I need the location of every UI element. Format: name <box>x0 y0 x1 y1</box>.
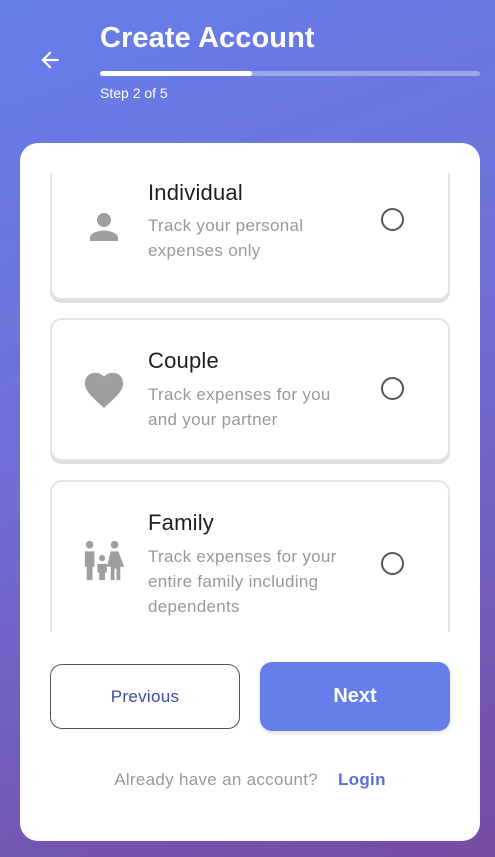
option-description: Track expenses for your entire family in… <box>148 547 337 616</box>
option-title: Couple <box>148 348 219 373</box>
arrow-left-icon <box>37 47 63 78</box>
option-title: Individual <box>148 180 243 205</box>
option-couple[interactable]: Couple Track expenses for you and your p… <box>50 318 450 461</box>
family-icon <box>80 537 128 585</box>
next-button[interactable]: Next <box>260 662 450 731</box>
option-individual[interactable]: Individual Track your personal expenses … <box>50 173 450 300</box>
previous-button[interactable]: Previous <box>50 664 240 729</box>
option-description: Track your personal expenses only <box>148 216 304 260</box>
page-title: Create Account <box>100 22 315 54</box>
account-type-card: Individual Track your personal expenses … <box>20 143 480 841</box>
back-button[interactable] <box>30 44 70 80</box>
progress-bar <box>100 71 480 76</box>
login-prompt: Already have an account? Login <box>20 770 480 790</box>
option-radio[interactable] <box>381 208 404 231</box>
person-icon <box>80 203 128 251</box>
progress-bar-fill <box>100 71 252 76</box>
option-radio[interactable] <box>381 377 404 400</box>
step-indicator: Step 2 of 5 <box>100 85 168 101</box>
heart-icon <box>80 366 128 414</box>
option-radio[interactable] <box>381 552 404 575</box>
option-title: Family <box>148 510 214 535</box>
option-description: Track expenses for you and your partner <box>148 385 331 429</box>
login-link[interactable]: Login <box>338 770 386 789</box>
options-list[interactable]: Individual Track your personal expenses … <box>20 173 480 632</box>
option-family[interactable]: Family Track expenses for your entire fa… <box>50 480 450 632</box>
login-prompt-text: Already have an account? <box>114 770 318 789</box>
header: Create Account Step 2 of 5 <box>0 0 495 140</box>
